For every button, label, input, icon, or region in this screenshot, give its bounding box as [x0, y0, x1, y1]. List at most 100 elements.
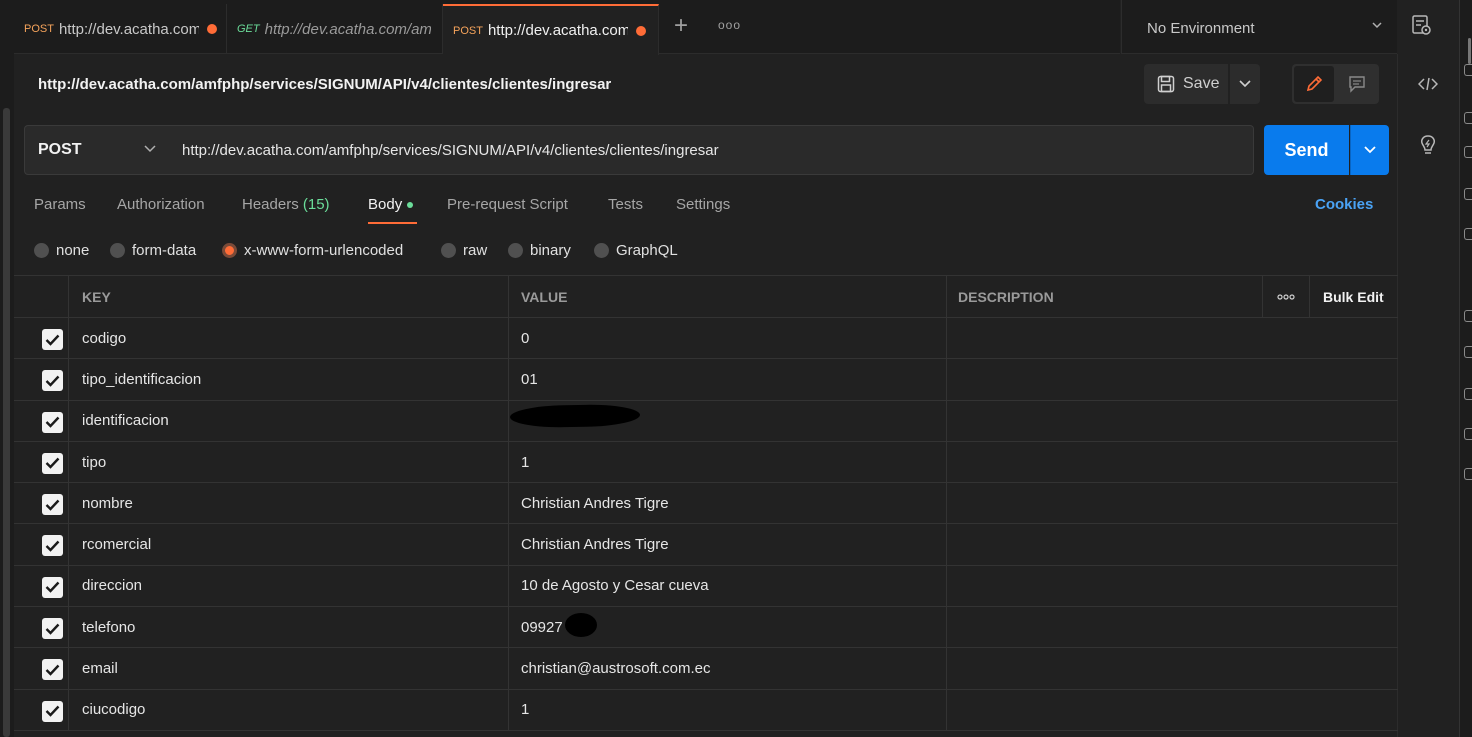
- row-enabled-checkbox[interactable]: [42, 329, 63, 350]
- cookies-link[interactable]: Cookies: [1315, 196, 1373, 213]
- method-select[interactable]: POST: [24, 125, 169, 175]
- far-right-panel: [1459, 0, 1472, 737]
- tab-url: http://dev.acatha.com/am: [264, 20, 431, 38]
- radio-button-selected[interactable]: [222, 243, 237, 258]
- description-cell[interactable]: [946, 648, 1398, 689]
- send-options-button[interactable]: [1350, 125, 1389, 175]
- more-tabs-icon[interactable]: ooo: [718, 18, 741, 32]
- request-tab-2[interactable]: GET http://dev.acatha.com/am: [227, 4, 443, 54]
- key-cell[interactable]: telefono: [68, 607, 508, 648]
- table-row: rcomercial Christian Andres Tigre: [14, 524, 1398, 566]
- body-type-raw[interactable]: raw: [441, 242, 487, 259]
- request-tab-3[interactable]: POST http://dev.acatha.com: [443, 4, 659, 55]
- code-icon[interactable]: [1418, 76, 1438, 92]
- row-enabled-checkbox[interactable]: [42, 494, 63, 516]
- row-enabled-checkbox[interactable]: [42, 618, 63, 640]
- far-right-scrollbar[interactable]: [1468, 38, 1471, 64]
- radio-button[interactable]: [110, 243, 125, 258]
- description-cell[interactable]: [946, 359, 1398, 400]
- save-options-button[interactable]: [1230, 64, 1260, 104]
- environment-quick-look-icon[interactable]: [1410, 14, 1432, 36]
- value-cell[interactable]: Christian Andres Tigre: [508, 483, 947, 524]
- request-tab-1[interactable]: POST http://dev.acatha.com: [14, 4, 227, 54]
- tab-authorization[interactable]: Authorization: [117, 196, 205, 213]
- key-cell[interactable]: direccion: [68, 565, 508, 607]
- body-type-none[interactable]: none: [34, 242, 89, 259]
- key-cell[interactable]: rcomercial: [68, 524, 508, 565]
- value-cell[interactable]: 10 de Agosto y Cesar cueva: [508, 565, 947, 607]
- lightbulb-icon[interactable]: [1418, 134, 1438, 156]
- radio-button[interactable]: [508, 243, 523, 258]
- description-cell[interactable]: [946, 441, 1398, 483]
- checkmark-icon: [45, 705, 60, 717]
- method-label: POST: [38, 141, 82, 158]
- value-cell[interactable]: christian@austrosoft.com.ec: [508, 648, 947, 689]
- value-cell[interactable]: Christian Andres Tigre: [508, 524, 947, 565]
- tab-params[interactable]: Params: [34, 196, 86, 213]
- description-cell[interactable]: [946, 524, 1398, 565]
- comment-mode-button[interactable]: [1336, 66, 1377, 102]
- panel-icon: [1464, 188, 1472, 200]
- row-enabled-checkbox[interactable]: [42, 576, 63, 598]
- row-enabled-checkbox[interactable]: [42, 411, 63, 433]
- radio-button[interactable]: [594, 243, 609, 258]
- redaction-mark: [565, 613, 597, 637]
- edit-mode-button[interactable]: [1294, 66, 1334, 102]
- value-cell[interactable]: 1: [508, 689, 947, 730]
- body-type-graphql[interactable]: GraphQL: [594, 242, 678, 259]
- tab-body-label: Body: [368, 196, 403, 213]
- column-options-icon[interactable]: [1263, 276, 1310, 317]
- table-row: telefono 09927 99: [14, 607, 1398, 649]
- tab-body[interactable]: Body: [368, 196, 414, 213]
- key-column-header: KEY: [68, 276, 508, 317]
- table-row: nombre Christian Andres Tigre: [14, 483, 1398, 525]
- send-button[interactable]: Send: [1264, 125, 1349, 175]
- row-enabled-checkbox[interactable]: [42, 370, 63, 392]
- description-cell[interactable]: [946, 400, 1398, 441]
- environment-selector[interactable]: No Environment: [1121, 0, 1397, 54]
- table-row: codigo 0: [14, 318, 1398, 360]
- description-cell[interactable]: [946, 565, 1398, 607]
- tab-tests[interactable]: Tests: [608, 196, 643, 213]
- body-type-form-data[interactable]: form-data: [110, 242, 196, 259]
- body-indicator-dot-icon: [407, 202, 414, 209]
- tab-headers[interactable]: Headers (15): [242, 196, 330, 213]
- row-enabled-checkbox[interactable]: [42, 452, 63, 474]
- value-column-header: VALUE: [508, 276, 947, 317]
- description-cell[interactable]: [946, 318, 1398, 359]
- key-cell[interactable]: tipo_identificacion: [68, 359, 508, 400]
- row-enabled-checkbox[interactable]: [42, 659, 63, 681]
- tab-settings[interactable]: Settings: [676, 196, 730, 213]
- key-cell[interactable]: ciucodigo: [68, 689, 508, 730]
- value-cell[interactable]: 1: [508, 441, 947, 483]
- row-enabled-checkbox[interactable]: [42, 700, 63, 722]
- bulk-edit-button[interactable]: Bulk Edit: [1323, 289, 1384, 305]
- radio-button[interactable]: [441, 243, 456, 258]
- checkmark-icon: [45, 416, 60, 428]
- description-cell[interactable]: [946, 483, 1398, 524]
- description-cell[interactable]: [946, 607, 1398, 648]
- description-column-header: DESCRIPTION: [946, 276, 1263, 317]
- key-cell[interactable]: identificacion: [68, 400, 508, 441]
- new-tab-plus-icon[interactable]: +: [674, 14, 688, 38]
- save-button[interactable]: Save: [1144, 64, 1228, 104]
- body-type-urlencoded[interactable]: x-www-form-urlencoded: [222, 242, 403, 259]
- left-scrollbar[interactable]: [3, 108, 10, 737]
- radio-button[interactable]: [34, 243, 49, 258]
- value-cell[interactable]: 0: [508, 318, 947, 359]
- url-input[interactable]: http://dev.acatha.com/amfphp/services/SI…: [168, 125, 1254, 175]
- tab-method: POST: [453, 24, 483, 37]
- key-cell[interactable]: codigo: [68, 318, 508, 359]
- chevron-down-icon: [1372, 22, 1382, 29]
- tab-pre-request-script[interactable]: Pre-request Script: [447, 196, 568, 213]
- checkmark-icon: [45, 664, 60, 676]
- value-cell[interactable]: 01: [508, 359, 947, 400]
- table-row: direccion 10 de Agosto y Cesar cueva: [14, 565, 1398, 608]
- key-cell[interactable]: email: [68, 648, 508, 689]
- description-cell[interactable]: [946, 689, 1398, 730]
- key-cell[interactable]: nombre: [68, 483, 508, 524]
- key-cell[interactable]: tipo: [68, 441, 508, 483]
- view-mode-toggle: [1292, 64, 1379, 104]
- row-enabled-checkbox[interactable]: [42, 535, 63, 557]
- body-type-binary[interactable]: binary: [508, 242, 571, 259]
